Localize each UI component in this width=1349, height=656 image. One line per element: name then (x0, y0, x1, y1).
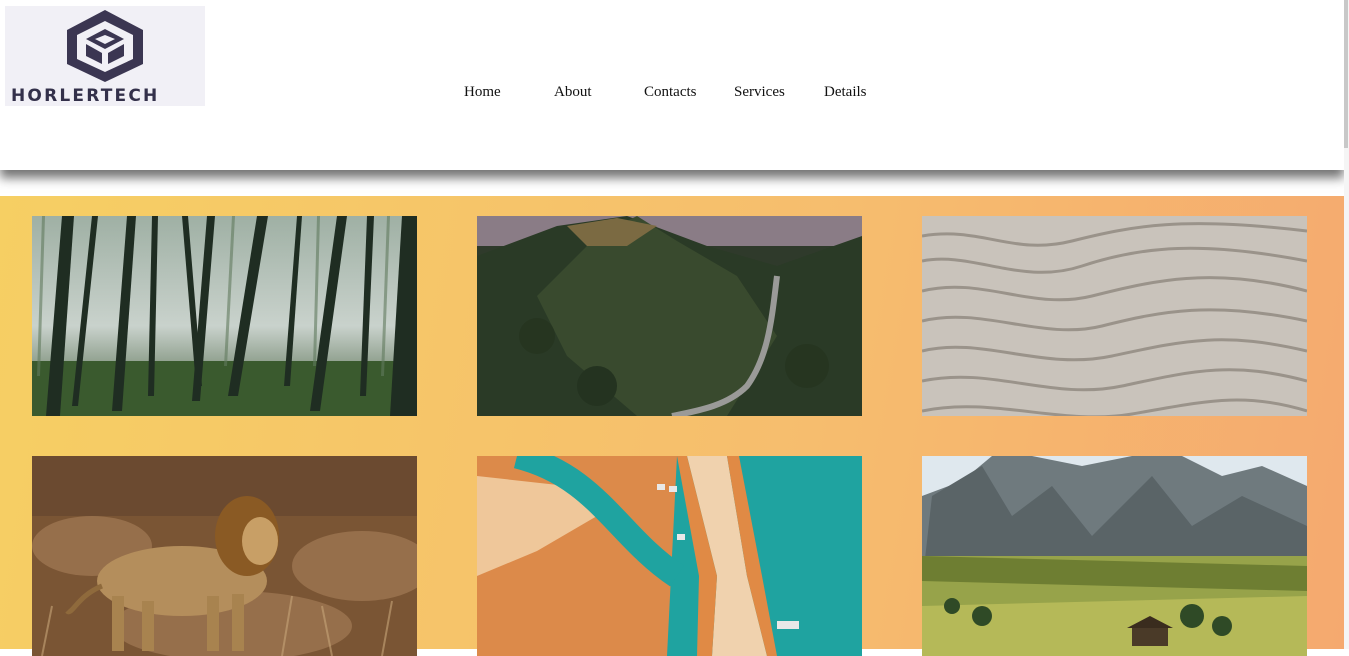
gallery-image-beach[interactable] (477, 456, 862, 656)
gallery-image-forest[interactable] (32, 216, 417, 416)
scrollbar-thumb[interactable] (1344, 0, 1348, 148)
gallery-image-meadow[interactable] (922, 456, 1307, 656)
nav-item-details[interactable]: Details (824, 84, 867, 101)
nav-item-contacts[interactable]: Contacts (644, 84, 697, 101)
site-header: HORLERTECH Home About Contacts Services … (0, 0, 1344, 170)
brand-name: HORLERTECH (11, 86, 160, 106)
image-gallery (0, 196, 1344, 656)
brand-logo[interactable]: HORLERTECH (5, 6, 205, 106)
nav-item-services[interactable]: Services (734, 84, 785, 101)
vertical-scrollbar[interactable] (1344, 0, 1349, 649)
nav-item-about[interactable]: About (554, 84, 592, 101)
cube-logo-icon (67, 10, 143, 82)
gallery-image-sand[interactable] (922, 216, 1307, 416)
gallery-image-lion[interactable] (32, 456, 417, 656)
gallery-image-mountain-road[interactable] (477, 216, 862, 416)
nav-item-home[interactable]: Home (464, 84, 501, 101)
